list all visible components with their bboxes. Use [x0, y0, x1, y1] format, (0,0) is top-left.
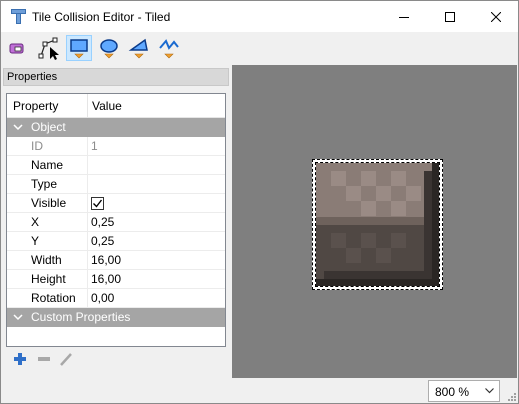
row-divider — [87, 232, 88, 251]
group-label: Custom Properties — [31, 310, 131, 324]
value-column-header[interactable]: Value — [92, 99, 122, 113]
property-row-type[interactable]: Type — [7, 175, 225, 194]
edit-polygons-icon — [38, 37, 59, 60]
close-button[interactable] — [473, 1, 519, 32]
property-name: Rotation — [31, 291, 76, 305]
row-divider — [87, 289, 88, 308]
properties-dock-title: Properties — [3, 68, 229, 86]
property-name: ID — [31, 139, 43, 153]
insert-rectangle-icon — [70, 39, 88, 59]
maximize-icon — [445, 11, 455, 22]
property-name: Width — [31, 253, 62, 267]
property-row-height[interactable]: Height 16,00 — [7, 270, 225, 289]
property-name: Name — [31, 158, 64, 172]
property-name: X — [31, 215, 40, 229]
row-divider — [87, 194, 88, 213]
row-divider — [87, 156, 88, 175]
chevron-down-icon — [485, 388, 494, 394]
close-icon — [491, 11, 501, 22]
insert-polyline-icon — [159, 39, 179, 59]
remove-property-icon[interactable] — [36, 351, 52, 367]
property-row-y[interactable]: Y 0,25 — [7, 232, 225, 251]
insert-polyline-button[interactable] — [156, 35, 182, 61]
property-value[interactable]: 16,00 — [91, 253, 121, 267]
group-object[interactable]: Object — [7, 118, 225, 137]
tile-image — [316, 163, 439, 286]
maximize-button[interactable] — [427, 1, 473, 32]
properties-grid-header: Property Value — [7, 94, 225, 118]
collision-canvas[interactable] — [232, 65, 517, 378]
resize-grip-icon[interactable] — [506, 391, 516, 401]
edit-polygons-button[interactable] — [36, 35, 62, 61]
insert-ellipse-button[interactable] — [96, 35, 122, 61]
property-name: Type — [31, 177, 58, 191]
property-row-name[interactable]: Name — [7, 156, 225, 175]
property-value[interactable]: 16,00 — [91, 272, 121, 286]
insert-ellipse-icon — [100, 39, 118, 59]
row-divider — [87, 137, 88, 156]
column-divider[interactable] — [87, 94, 88, 118]
tile-collision-editor-window: Tile Collision Editor - Tiled Properties… — [0, 0, 519, 404]
chevron-down-icon — [13, 124, 23, 131]
rename-property-icon[interactable] — [58, 351, 74, 367]
collision-object-rectangle[interactable] — [312, 159, 443, 290]
group-label: Object — [31, 120, 66, 134]
property-row-id[interactable]: ID 1 — [7, 137, 225, 156]
minimize-button[interactable] — [381, 1, 427, 32]
property-column-header[interactable]: Property — [13, 99, 58, 113]
property-name: Y — [31, 234, 40, 248]
property-name: Visible — [31, 196, 67, 210]
checkmark-icon — [93, 199, 103, 208]
row-divider — [87, 251, 88, 270]
visible-checkbox[interactable] — [91, 197, 104, 210]
property-value[interactable]: 0,25 — [91, 234, 114, 248]
property-value[interactable]: 0,25 — [91, 215, 114, 229]
select-objects-button[interactable] — [6, 35, 32, 61]
property-name: Height — [31, 272, 66, 286]
property-row-x[interactable]: X 0,25 — [7, 213, 225, 232]
add-property-icon[interactable] — [12, 351, 28, 367]
insert-polygon-icon — [128, 38, 148, 59]
chevron-down-icon — [13, 314, 23, 321]
title-bar[interactable]: Tile Collision Editor - Tiled — [1, 1, 518, 32]
insert-polygon-button[interactable] — [126, 35, 152, 61]
insert-rectangle-button[interactable] — [66, 35, 92, 61]
zoom-value: 800 % — [435, 385, 470, 399]
row-divider — [87, 175, 88, 194]
property-value: 1 — [91, 139, 98, 153]
property-row-rotation[interactable]: Rotation 0,00 — [7, 289, 225, 308]
toolbar — [1, 32, 518, 64]
window-title: Tile Collision Editor - Tiled — [32, 10, 171, 24]
property-row-width[interactable]: Width 16,00 — [7, 251, 225, 270]
row-divider — [87, 270, 88, 289]
property-value[interactable]: 0,00 — [91, 291, 114, 305]
property-row-visible[interactable]: Visible — [7, 194, 225, 213]
properties-grid[interactable]: Property Value Object ID 1 Name Type Vis… — [6, 93, 226, 347]
row-divider — [87, 213, 88, 232]
tiled-app-icon — [11, 9, 26, 24]
minimize-icon — [399, 16, 409, 18]
select-objects-icon — [9, 43, 24, 54]
group-custom-properties[interactable]: Custom Properties — [7, 308, 225, 327]
zoom-select[interactable]: 800 % — [428, 380, 500, 402]
